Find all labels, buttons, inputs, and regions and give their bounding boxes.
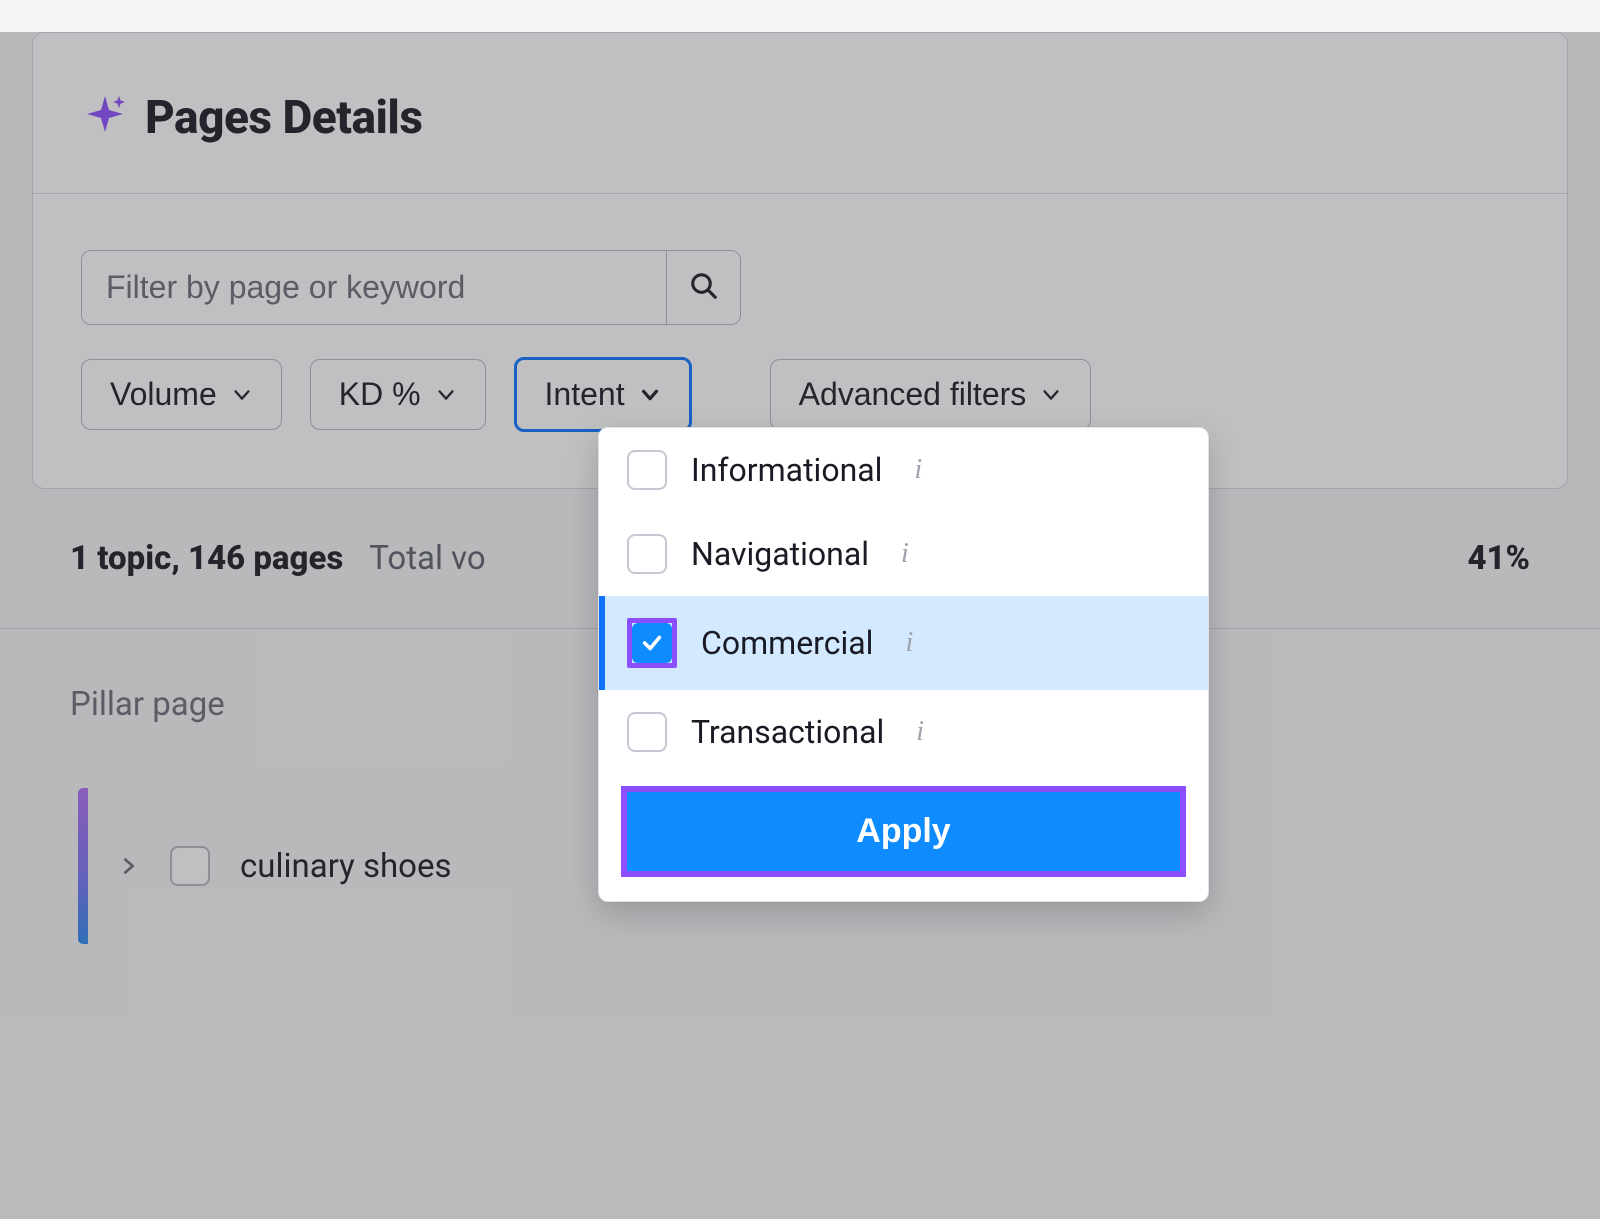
chevron-down-icon <box>1040 384 1062 406</box>
intent-filter[interactable]: Intent <box>514 357 692 432</box>
total-volume-label: Total vo <box>369 539 485 578</box>
chip-label: Volume <box>110 376 217 413</box>
info-icon[interactable]: i <box>901 538 909 570</box>
filter-chips-row: Volume KD % Intent Advanced filters <box>81 357 1519 432</box>
info-icon[interactable]: i <box>914 454 922 486</box>
checkbox-highlight <box>627 618 677 668</box>
checkbox-unchecked[interactable] <box>627 534 667 574</box>
topics-pages-count: 1 topic, 146 pages <box>70 539 343 578</box>
chevron-down-icon <box>435 384 457 406</box>
volume-filter[interactable]: Volume <box>81 359 282 430</box>
advanced-filters[interactable]: Advanced filters <box>770 359 1092 430</box>
checkbox-unchecked[interactable] <box>627 450 667 490</box>
page-title: Pages Details <box>145 91 422 145</box>
chip-label: Advanced filters <box>799 376 1027 413</box>
apply-button[interactable]: Apply <box>627 792 1180 871</box>
summary-right-value: 41% <box>1467 539 1530 578</box>
filter-input-group <box>81 250 741 325</box>
intent-option-label: Commercial <box>701 624 873 662</box>
intent-option-transactional[interactable]: Transactional i <box>599 690 1208 774</box>
chip-label: Intent <box>545 376 625 413</box>
intent-option-label: Informational <box>691 451 882 489</box>
intent-option-commercial[interactable]: Commercial i <box>599 596 1208 690</box>
chevron-down-icon <box>639 384 661 406</box>
search-icon <box>689 271 719 304</box>
info-icon[interactable]: i <box>905 627 913 659</box>
row-accent-bar <box>78 788 88 944</box>
sparkle-icon <box>81 92 129 144</box>
keyword-text: culinary shoes <box>240 847 452 886</box>
checkbox-checked[interactable] <box>632 623 672 663</box>
kd-filter[interactable]: KD % <box>310 359 486 430</box>
apply-highlight: Apply <box>621 786 1186 877</box>
chip-label: KD % <box>339 376 421 413</box>
intent-option-navigational[interactable]: Navigational i <box>599 512 1208 596</box>
intent-option-label: Navigational <box>691 535 869 573</box>
intent-option-informational[interactable]: Informational i <box>599 428 1208 512</box>
chevron-down-icon <box>231 384 253 406</box>
intent-option-label: Transactional <box>691 713 884 751</box>
intent-dropdown: InformationaliNavigationaliCommercialiTr… <box>598 427 1209 902</box>
row-checkbox[interactable] <box>170 846 210 886</box>
filter-input[interactable] <box>82 251 666 324</box>
checkbox-unchecked[interactable] <box>627 712 667 752</box>
info-icon[interactable]: i <box>916 716 924 748</box>
chevron-right-icon[interactable] <box>118 855 140 877</box>
panel-header: Pages Details <box>33 33 1567 194</box>
search-button[interactable] <box>666 251 740 324</box>
pages-details-panel: Pages Details Volume KD % <box>32 32 1568 489</box>
